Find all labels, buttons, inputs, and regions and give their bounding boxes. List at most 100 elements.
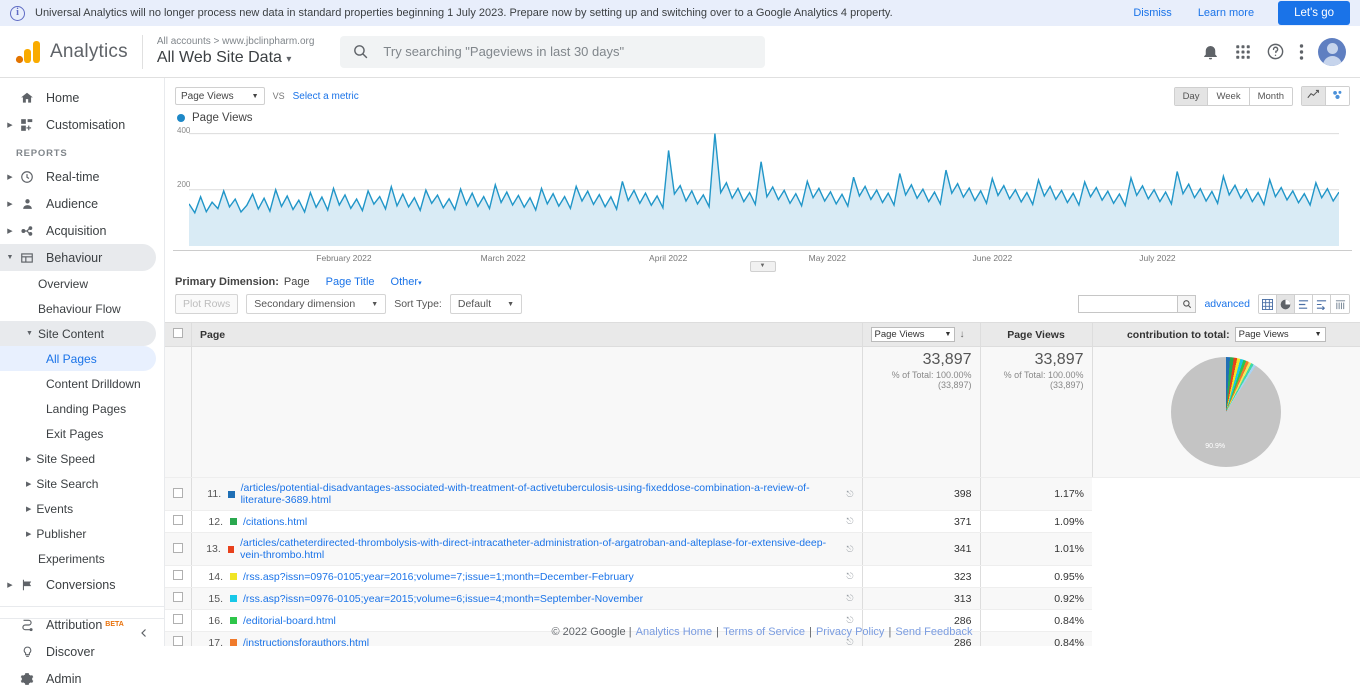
sidebar-item-behaviour[interactable]: ▼ Behaviour <box>0 244 156 271</box>
chevron-down-icon[interactable]: ▾ <box>286 54 291 65</box>
sidebar-item-site-speed[interactable]: ▶ Site Speed <box>0 446 164 471</box>
page-link[interactable]: /articles/catheterdirected-thrombolysis-… <box>240 537 846 561</box>
contribution-pie-chart[interactable]: 90.9% <box>1171 357 1282 467</box>
secondary-dimension-button[interactable]: Secondary dimension ▼ <box>246 294 387 314</box>
page-link[interactable]: /citations.html <box>243 516 307 528</box>
avatar[interactable] <box>1318 37 1346 66</box>
granularity-day-button[interactable]: Day <box>1174 87 1209 105</box>
collapse-sidebar-button[interactable] <box>0 618 164 646</box>
sidebar-item-experiments[interactable]: Experiments <box>0 546 164 571</box>
dismiss-link[interactable]: Dismiss <box>1133 7 1172 19</box>
dimension-option-page[interactable]: Page <box>284 276 310 288</box>
page-link[interactable]: /articles/potential-disadvantages-associ… <box>241 482 847 506</box>
sidebar-item-publisher[interactable]: ▶ Publisher <box>0 521 164 546</box>
sidebar-item-acquisition[interactable]: ▶ Acquisition <box>0 217 164 244</box>
metric-column-header: Page Views ▼ ↓ <box>861 322 980 347</box>
page-link[interactable]: /rss.asp?issn=0976-0105;year=2016;volume… <box>243 571 634 583</box>
row-checkbox[interactable] <box>173 542 183 553</box>
row-checkbox[interactable] <box>173 592 183 602</box>
open-external-icon[interactable]: ⎋ <box>846 489 853 500</box>
page-views-line-chart[interactable]: 400 200 <box>175 126 1350 250</box>
sidebar-item-site-content[interactable]: ▼ Site Content <box>0 321 156 346</box>
row-checkbox[interactable] <box>173 487 183 498</box>
lets-go-button[interactable]: Let's go <box>1278 1 1350 25</box>
pie-view-icon[interactable] <box>1277 295 1295 313</box>
page-views-column-header[interactable]: Page Views <box>979 322 1092 347</box>
sidebar-item-all-pages[interactable]: All Pages <box>0 346 156 371</box>
privacy-policy-link[interactable]: Privacy Policy <box>816 626 884 638</box>
chevron-right-icon[interactable]: ▶ <box>4 227 16 235</box>
sidebar-item-exit-pages[interactable]: Exit Pages <box>0 421 164 446</box>
pivot-view-icon[interactable] <box>1331 295 1349 313</box>
row-checkbox[interactable] <box>173 515 183 525</box>
sidebar-item-audience[interactable]: ▶ Audience <box>0 190 164 217</box>
sidebar-item-behaviour-flow[interactable]: Behaviour Flow <box>0 296 164 321</box>
sidebar-item-real-time[interactable]: ▶ Real-time <box>0 163 164 190</box>
page-link[interactable]: /rss.asp?issn=0976-0105;year=2015;volume… <box>243 593 643 605</box>
granularity-week-button[interactable]: Week <box>1208 87 1250 105</box>
chevron-right-icon[interactable]: ▶ <box>4 173 16 181</box>
chevron-right-icon[interactable]: ▶ <box>4 200 16 208</box>
chevron-right-icon[interactable]: ▶ <box>26 480 31 488</box>
apps-grid-icon[interactable] <box>1234 43 1252 61</box>
search-container[interactable] <box>340 35 766 68</box>
performance-view-icon[interactable] <box>1295 295 1313 313</box>
search-icon <box>354 45 368 59</box>
sidebar-item-content-drilldown[interactable]: Content Drilldown <box>0 371 164 396</box>
chevron-down-icon[interactable]: ▼ <box>26 330 33 337</box>
dimension-option-page-title[interactable]: Page Title <box>326 276 375 288</box>
search-input[interactable] <box>381 43 754 60</box>
open-external-icon[interactable]: ⎋ <box>846 571 853 582</box>
send-feedback-link[interactable]: Send Feedback <box>895 626 972 638</box>
table-search-input[interactable] <box>1078 295 1179 313</box>
chevron-right-icon[interactable]: ▶ <box>26 455 31 463</box>
granularity-month-button[interactable]: Month <box>1249 87 1292 105</box>
sidebar-item-home[interactable]: Home <box>0 84 164 111</box>
sidebar-item-events[interactable]: ▶ Events <box>0 496 164 521</box>
terms-of-service-link[interactable]: Terms of Service <box>723 626 805 638</box>
sidebar-item-label: Audience <box>46 196 99 211</box>
analytics-home-link[interactable]: Analytics Home <box>636 626 712 638</box>
sort-descending-icon[interactable]: ↓ <box>959 329 964 340</box>
motion-chart-icon[interactable] <box>1326 87 1349 105</box>
notifications-bell-icon[interactable] <box>1201 42 1220 61</box>
help-icon[interactable] <box>1266 42 1285 61</box>
account-selector[interactable]: All accounts > www.jbclinpharm.org All W… <box>141 34 314 69</box>
chevron-right-icon[interactable]: ▶ <box>26 505 31 513</box>
sort-type-select[interactable]: Default ▼ <box>449 294 523 314</box>
page-column-header[interactable]: Page <box>191 322 862 347</box>
more-options-icon[interactable] <box>1299 43 1304 61</box>
sidebar-item-overview[interactable]: Overview <box>0 271 164 296</box>
sidebar-item-landing-pages[interactable]: Landing Pages <box>0 396 164 421</box>
dimension-option-other[interactable]: Other▾ <box>391 276 422 288</box>
granularity-group: Day Week Month <box>1173 86 1293 106</box>
chevron-down-icon[interactable]: ▼ <box>4 254 16 261</box>
x-tick-label: April 2022 <box>649 253 688 263</box>
chevron-right-icon[interactable]: ▶ <box>26 530 31 538</box>
sidebar-item-admin[interactable]: Admin <box>0 665 164 692</box>
metric-select[interactable]: Page Views ▼ <box>870 327 956 342</box>
open-external-icon[interactable]: ⎋ <box>846 593 853 604</box>
gear-icon <box>16 672 38 686</box>
open-external-icon[interactable]: ⎋ <box>846 516 853 527</box>
select-all-checkbox[interactable] <box>173 328 183 338</box>
table-view-icon[interactable] <box>1259 295 1277 313</box>
contribution-metric-select[interactable]: Page Views ▼ <box>1234 327 1326 342</box>
chevron-right-icon[interactable]: ▶ <box>4 581 16 589</box>
sidebar-item-customisation[interactable]: ▶ Customisation <box>0 111 164 138</box>
sidebar-item-conversions[interactable]: ▶ Conversions <box>0 571 164 598</box>
table-search-button[interactable] <box>1178 295 1197 313</box>
learn-more-link[interactable]: Learn more <box>1198 7 1254 19</box>
chevron-right-icon[interactable]: ▶ <box>4 121 16 129</box>
select-a-metric-link[interactable]: Select a metric <box>293 91 359 102</box>
open-external-icon[interactable]: ⎋ <box>846 544 853 555</box>
expand-chart-button[interactable]: ▼ <box>749 261 776 272</box>
comparison-view-icon[interactable] <box>1313 295 1331 313</box>
plot-rows-button[interactable]: Plot Rows <box>175 294 239 314</box>
metric-selector[interactable]: Page Views ▼ <box>175 87 265 105</box>
sidebar-item-site-search[interactable]: ▶ Site Search <box>0 471 164 496</box>
row-select-cell <box>165 510 192 533</box>
advanced-link[interactable]: advanced <box>1204 298 1250 310</box>
line-chart-icon[interactable] <box>1302 87 1326 105</box>
row-checkbox[interactable] <box>173 570 183 580</box>
